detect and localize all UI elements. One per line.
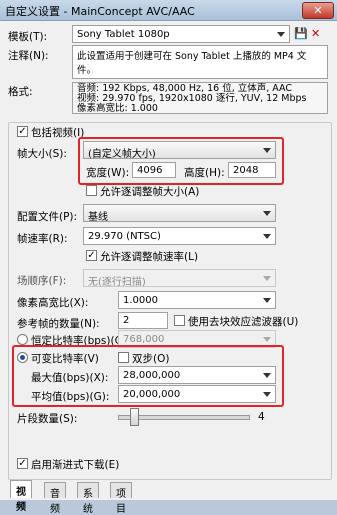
dialog-window: 自定义设置 - MainConcept AVC/AAC ✕ 模板(T): Son…	[0, 0, 337, 515]
deblock-label: 使用去块效应滤波器(U)	[188, 316, 299, 328]
frame-rate-label: 帧速率(R):	[17, 233, 68, 245]
title-bar: 自定义设置 - MainConcept AVC/AAC ✕	[0, 0, 337, 21]
window-title: 自定义设置 - MainConcept AVC/AAC	[5, 5, 195, 18]
allow-frame-adjust-checkbox[interactable]	[86, 185, 97, 196]
chevron-down-icon	[263, 373, 271, 378]
width-label: 宽度(W):	[86, 167, 130, 179]
field-order-value: 无(逐行扫描)	[88, 277, 146, 288]
profile-value: 基线	[88, 212, 108, 223]
close-button[interactable]: ✕	[302, 2, 334, 19]
width-input[interactable]: 4096	[132, 162, 176, 178]
frame-rate-value: 29.970 (NTSC)	[88, 231, 161, 242]
chevron-down-icon	[263, 211, 271, 216]
notes-textarea[interactable]: 此设置适用于创建可在 Sony Tablet 上播放的 MP4 文件。	[72, 45, 328, 79]
delete-icon[interactable]: ✕	[311, 27, 320, 40]
allow-rate-adjust-label: 允许逐调整帧速率(L)	[100, 251, 199, 263]
two-pass-checkbox[interactable]	[118, 352, 129, 363]
avg-bps-label: 平均值(bps)(G):	[31, 391, 110, 403]
frame-rate-dropdown[interactable]: 29.970 (NTSC)	[83, 227, 276, 245]
notes-label: 注释(N):	[8, 50, 49, 62]
avg-bps-dropdown[interactable]: 20,000,000	[118, 385, 276, 403]
width-value: 4096	[137, 165, 163, 176]
frame-size-value: (自定义帧大小)	[88, 149, 156, 160]
save-icon[interactable]: 💾	[294, 27, 308, 40]
template-dropdown[interactable]: Sony Tablet 1080p	[72, 25, 290, 43]
include-video-checkbox[interactable]: ✓	[17, 126, 28, 137]
progressive-download-label: 启用渐进式下载(E)	[31, 459, 120, 471]
chevron-down-icon	[277, 32, 285, 37]
chevron-down-icon	[263, 337, 271, 342]
format-label: 格式:	[8, 86, 33, 98]
height-input[interactable]: 2048	[228, 162, 276, 178]
chevron-down-icon	[263, 234, 271, 239]
avg-bps-value: 20,000,000	[123, 389, 181, 400]
template-label: 模板(T):	[8, 31, 48, 43]
frame-size-label: 帧大小(S):	[17, 148, 67, 160]
frame-size-dropdown[interactable]: (自定义帧大小)	[83, 141, 276, 160]
two-pass-label: 双步(O)	[132, 353, 170, 365]
include-video-label: 包括视频(I)	[31, 127, 85, 139]
pixel-aspect-value: 1.0000	[123, 295, 158, 306]
slices-label: 片段数量(S):	[17, 413, 78, 425]
max-bps-value: 28,000,000	[123, 370, 181, 381]
ref-frames-input[interactable]: 2	[118, 312, 168, 329]
field-order-dropdown[interactable]: 无(逐行扫描)	[83, 269, 276, 288]
allow-frame-adjust-label: 允许逐调整帧大小(A)	[100, 186, 200, 198]
template-value: Sony Tablet 1080p	[77, 29, 170, 40]
deblock-checkbox[interactable]	[174, 315, 185, 326]
height-value: 2048	[233, 165, 259, 176]
chevron-down-icon	[263, 148, 271, 153]
progressive-download-checkbox[interactable]: ✓	[17, 458, 28, 469]
chevron-down-icon	[263, 298, 271, 303]
ref-frames-value: 2	[123, 315, 130, 326]
tab-video[interactable]: 视频	[10, 480, 32, 513]
format-line-aspect: 像素高宽比: 1.000	[77, 103, 158, 114]
chevron-down-icon	[263, 276, 271, 281]
profile-dropdown[interactable]: 基线	[83, 204, 276, 223]
tab-system[interactable]: 系统	[77, 482, 99, 515]
cbr-radio[interactable]	[17, 334, 28, 345]
ref-frames-label: 参考帧的数量(N):	[17, 318, 100, 330]
pixel-aspect-dropdown[interactable]: 1.0000	[118, 291, 276, 309]
slices-slider-thumb[interactable]	[130, 408, 140, 426]
max-bps-dropdown[interactable]: 28,000,000	[118, 366, 276, 384]
pixel-aspect-label: 像素高宽比(X):	[17, 297, 89, 309]
format-summary: 音频: 192 Kbps, 48,000 Hz, 16 位, 立体声, AAC …	[72, 82, 328, 114]
allow-rate-adjust-checkbox[interactable]: ✓	[86, 250, 97, 261]
max-bps-label: 最大值(bps)(X):	[31, 372, 109, 384]
vbr-radio[interactable]	[17, 352, 28, 363]
tab-audio[interactable]: 音频	[44, 482, 66, 515]
notes-value: 此设置适用于创建可在 Sony Tablet 上播放的 MP4 文件。	[77, 51, 307, 76]
field-order-label: 场顺序(F):	[17, 275, 67, 287]
chevron-down-icon	[263, 392, 271, 397]
profile-label: 配置文件(P):	[17, 211, 78, 223]
vbr-label: 可变比特率(V)	[31, 353, 99, 365]
tab-project[interactable]: 项目	[110, 482, 132, 515]
slices-value: 4	[258, 411, 265, 423]
cbr-value: 768,000	[123, 334, 165, 345]
height-label: 高度(H):	[184, 167, 225, 179]
